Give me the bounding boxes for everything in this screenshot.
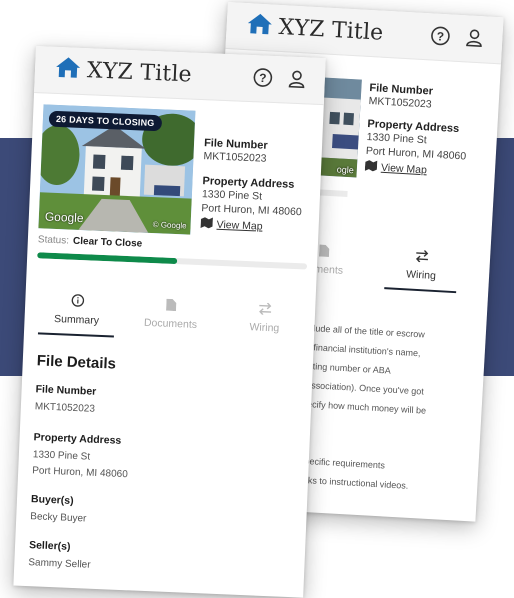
status-row: Status: Clear To Close xyxy=(38,234,143,249)
map-icon xyxy=(364,160,378,175)
file-summary: File Number MKT1052023 Property Address … xyxy=(200,137,314,236)
tab-summary-label: Summary xyxy=(53,313,100,327)
phone-screen-summary: XYZ Title ? 26 DAYS TO CLOSING Google © … xyxy=(13,46,326,598)
tab-wiring[interactable]: Wiring xyxy=(218,290,312,346)
view-map-label: View Map xyxy=(216,218,263,233)
google-copyright: © Google xyxy=(152,220,187,231)
section-heading: File Details xyxy=(36,352,117,373)
map-icon xyxy=(200,217,213,231)
app-logo[interactable]: XYZ Title xyxy=(246,12,384,47)
info-circle-icon xyxy=(70,294,84,311)
view-map-label: View Map xyxy=(380,161,428,177)
swap-arrows-icon xyxy=(258,301,273,318)
user-icon[interactable] xyxy=(286,69,307,90)
app-title: XYZ Title xyxy=(277,14,385,46)
property-photo[interactable]: 26 DAYS TO CLOSING Google © Google xyxy=(38,104,196,235)
tab-wiring-label: Wiring xyxy=(249,320,280,334)
swap-arrows-icon xyxy=(415,249,430,265)
document-icon xyxy=(318,243,330,260)
progress-fill xyxy=(37,252,178,265)
tab-summary[interactable]: Summary xyxy=(30,282,124,338)
home-icon xyxy=(54,56,81,84)
google-watermark: ogle xyxy=(336,164,355,176)
svg-text:?: ? xyxy=(436,29,444,43)
google-watermark: Google xyxy=(44,209,84,226)
tab-documents[interactable]: Documents xyxy=(124,286,218,342)
closing-progress-bar xyxy=(37,252,308,270)
tab-wiring-label: Wiring xyxy=(405,267,437,282)
help-icon[interactable]: ? xyxy=(252,67,273,88)
app-title: XYZ Title xyxy=(86,58,193,88)
svg-text:?: ? xyxy=(259,71,267,85)
view-map-link[interactable]: View Map xyxy=(200,217,310,236)
file-summary: File Number MKT1052023 Property Address … xyxy=(364,82,480,180)
help-icon[interactable]: ? xyxy=(430,25,451,46)
status-value: Clear To Close xyxy=(72,235,143,250)
file-details-section: File Details File Number MKT1052023 Prop… xyxy=(28,352,297,582)
user-icon[interactable] xyxy=(464,27,485,48)
app-logo[interactable]: XYZ Title xyxy=(54,56,192,89)
tab-bar: Summary Documents Wiring xyxy=(24,282,316,348)
home-icon xyxy=(246,12,273,40)
document-icon xyxy=(166,298,177,313)
status-label: Status: xyxy=(37,234,70,247)
tab-documents-label: Documents xyxy=(143,316,198,331)
tab-wiring[interactable]: Wiring xyxy=(376,237,467,294)
wiring-instructions-text: include all of the title or escrow ne fi… xyxy=(291,319,472,522)
